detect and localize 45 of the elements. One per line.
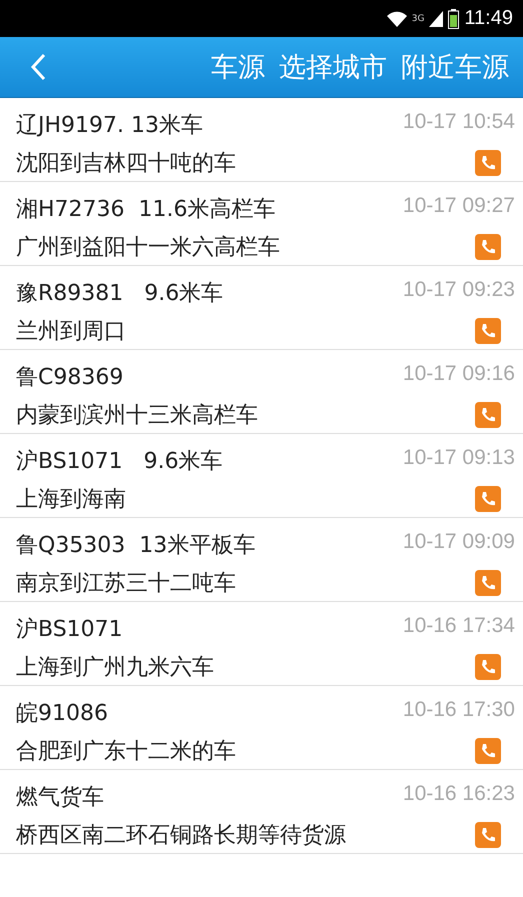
- post-time: 10-17 09:27: [402, 194, 515, 219]
- phone-icon[interactable]: [475, 402, 501, 428]
- phone-icon[interactable]: [475, 150, 501, 176]
- vehicle-title: 皖91086: [16, 700, 109, 728]
- route-text: 沈阳到吉林四十吨的车: [16, 150, 237, 178]
- clock: 11:49: [464, 7, 513, 30]
- route-text: 南京到江苏三十二吨车: [16, 570, 237, 598]
- post-time: 10-17 09:23: [402, 278, 515, 303]
- vehicle-title: 鲁C98369: [16, 364, 124, 392]
- post-time: 10-17 10:54: [402, 110, 515, 135]
- post-time: 10-16 16:23: [402, 782, 515, 807]
- route-text: 广州到益阳十一米六高栏车: [16, 234, 281, 262]
- route-text: 桥西区南二环石铜路长期等待货源: [16, 822, 347, 850]
- post-time: 10-17 09:13: [402, 446, 515, 471]
- route-text: 兰州到周口: [16, 318, 127, 346]
- phone-icon[interactable]: [475, 738, 501, 764]
- vehicle-title: 鲁Q35303 13米平板车: [16, 532, 256, 560]
- header-tab[interactable]: 附近车源: [401, 49, 509, 85]
- phone-icon[interactable]: [475, 486, 501, 512]
- network-label: 3G: [412, 14, 424, 24]
- route-text: 内蒙到滨州十三米高栏车: [16, 402, 259, 430]
- route-text: 合肥到广东十二米的车: [16, 738, 237, 766]
- vehicle-title: 燃气货车: [16, 784, 105, 812]
- post-time: 10-17 09:09: [402, 530, 515, 555]
- post-time: 10-16 17:30: [402, 698, 515, 723]
- post-time: 10-16 17:34: [402, 614, 515, 639]
- phone-icon[interactable]: [475, 318, 501, 344]
- back-icon[interactable]: [30, 53, 46, 81]
- phone-icon[interactable]: [475, 654, 501, 680]
- header-tab[interactable]: 选择城市: [279, 49, 387, 85]
- signal-icon: [429, 10, 444, 26]
- route-text: 上海到海南: [16, 486, 127, 514]
- post-time: 10-17 09:16: [402, 362, 515, 387]
- vehicle-title: 沪BS1071 9.6米车: [16, 448, 224, 476]
- vehicle-title: 豫R89381 9.6米车: [16, 280, 224, 308]
- phone-icon[interactable]: [475, 822, 501, 848]
- vehicle-title: 沪BS1071: [16, 616, 124, 644]
- route-text: 上海到广州九米六车: [16, 654, 215, 682]
- battery-icon: [448, 8, 460, 28]
- phone-icon[interactable]: [475, 570, 501, 596]
- vehicle-title: 湘H72736 11.6米高栏车: [16, 196, 276, 224]
- wifi-icon: [386, 10, 407, 26]
- header-tab[interactable]: 车源: [211, 49, 265, 85]
- vehicle-title: 辽JH9197. 13米车: [16, 112, 204, 140]
- phone-icon[interactable]: [475, 234, 501, 260]
